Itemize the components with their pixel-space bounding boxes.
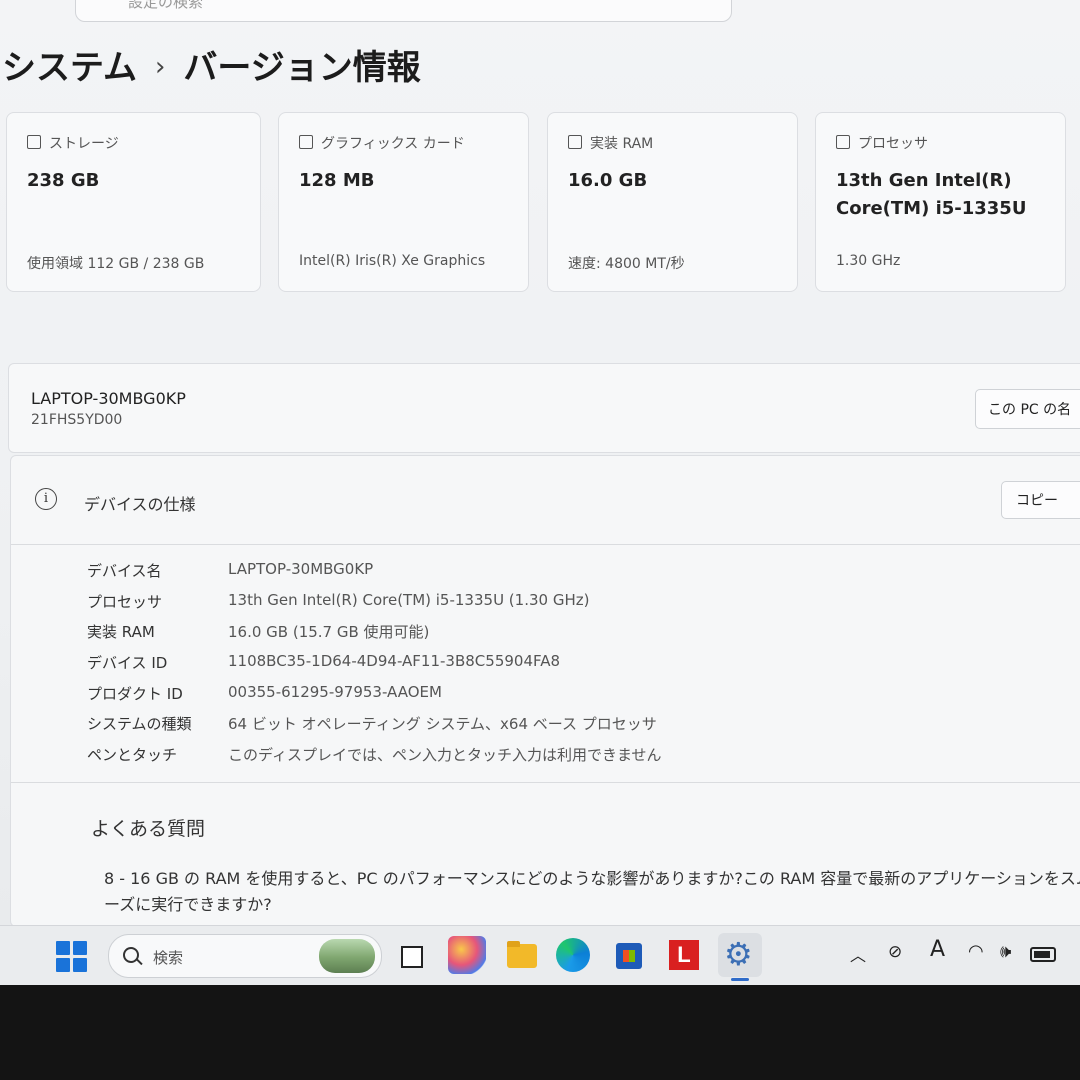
- search-icon: [123, 947, 139, 963]
- card-graphics[interactable]: グラフィックス カード 128 MB Intel(R) Iris(R) Xe G…: [278, 112, 529, 292]
- spec-key: デバイス ID: [87, 654, 168, 673]
- settings-window: 設定の検索 システム › バージョン情報 ストレージ 238 GB 使用領域 112…: [0, 0, 1080, 985]
- screen-bezel: [0, 985, 1080, 1080]
- rename-pc-button[interactable]: この PC の名: [975, 389, 1080, 429]
- taskbar-search-label: 検索: [153, 949, 184, 967]
- spec-key: プロセッサ: [87, 592, 163, 611]
- card-value: 238 GB: [27, 170, 100, 191]
- spec-value: 16.0 GB (15.7 GB 使用可能): [228, 623, 430, 642]
- chevron-up-icon[interactable]: ︿: [850, 942, 866, 966]
- settings-search-placeholder: 設定の検索: [128, 0, 204, 11]
- spec-key: プロダクト ID: [87, 684, 183, 703]
- faq-title: よくある質問: [91, 818, 206, 840]
- card-value: 128 MB: [299, 170, 375, 191]
- taskbar: 検索 ︿ ⊘ A ◠ 🕪: [0, 925, 1080, 985]
- copy-button[interactable]: コピー: [1001, 481, 1080, 519]
- wifi-icon[interactable]: ◠: [968, 941, 984, 962]
- device-spec-panel: i デバイスの仕様 コピー デバイス名 LAPTOP-30MBG0KP プロセッサ…: [10, 455, 1080, 927]
- search-highlight-image: [319, 939, 375, 973]
- card-processor[interactable]: プロセッサ 13th Gen Intel(R) Core(TM) i5-1335U…: [815, 112, 1066, 292]
- card-caption: プロセッサ: [836, 133, 928, 153]
- ram-icon: [568, 135, 582, 149]
- spec-key: ペンとタッチ: [87, 746, 178, 765]
- spec-key: 実装 RAM: [87, 623, 155, 642]
- edge-icon[interactable]: [556, 938, 590, 972]
- file-explorer-icon[interactable]: [502, 936, 540, 974]
- divider: [11, 782, 1080, 783]
- card-subtext: 速度: 4800 MT/秒: [568, 256, 685, 272]
- spec-value: このディスプレイでは、ペン入力とタッチ入力は利用できません: [228, 746, 662, 765]
- graphics-card-icon: [299, 135, 313, 149]
- task-view-icon[interactable]: [393, 936, 431, 974]
- card-caption: 実装 RAM: [568, 133, 653, 153]
- card-subtext: Intel(R) Iris(R) Xe Graphics: [299, 253, 486, 269]
- spec-key: デバイス名: [87, 562, 162, 580]
- page-title: システム › バージョン情報: [2, 40, 421, 89]
- card-value: 13th Gen Intel(R) Core(TM) i5-1335U: [836, 170, 1027, 219]
- card-ram[interactable]: 実装 RAM 16.0 GB 速度: 4800 MT/秒: [547, 112, 798, 292]
- spec-value: 13th Gen Intel(R) Core(TM) i5-1335U (1.3…: [228, 590, 590, 609]
- spec-value: LAPTOP-30MBG0KP: [228, 560, 374, 578]
- card-caption: ストレージ: [27, 133, 119, 153]
- card-subtext: 1.30 GHz: [836, 253, 901, 269]
- windows-start-icon[interactable]: [56, 941, 88, 973]
- spec-value: 1108BC35-1D64-4D94-AF11-3B8C55904FA8: [228, 652, 561, 671]
- settings-search-input[interactable]: 設定の検索: [75, 0, 732, 22]
- card-subtext: 使用領域 112 GB / 238 GB: [27, 256, 205, 272]
- device-name: LAPTOP-30MBG0KP: [31, 389, 186, 408]
- spec-value: 64 ビット オペレーティング システム、x64 ベース プロセッサ: [228, 715, 657, 734]
- taskbar-search[interactable]: 検索: [108, 934, 382, 978]
- spec-key: システムの種類: [87, 715, 192, 734]
- settings-icon[interactable]: [718, 933, 762, 981]
- device-name-bar: LAPTOP-30MBG0KP 21FHS5YD00 この PC の名: [8, 363, 1080, 453]
- device-spec-header[interactable]: i デバイスの仕様 コピー: [11, 456, 1080, 545]
- device-spec-title: デバイスの仕様: [84, 495, 196, 514]
- card-value: 16.0 GB: [568, 170, 648, 191]
- card-caption: グラフィックス カード: [299, 133, 465, 153]
- breadcrumb-separator-icon: ›: [154, 52, 166, 82]
- battery-icon[interactable]: [1030, 947, 1056, 962]
- volume-icon[interactable]: 🕪: [1000, 941, 1011, 962]
- spec-value: 00355-61295-97953-AAOEM: [228, 682, 442, 701]
- storage-icon: [27, 135, 41, 149]
- device-model: 21FHS5YD00: [31, 412, 123, 428]
- breadcrumb-parent[interactable]: システム: [2, 48, 137, 88]
- card-storage[interactable]: ストレージ 238 GB 使用領域 112 GB / 238 GB: [6, 112, 261, 292]
- ime-icon[interactable]: A: [930, 937, 945, 962]
- l-app-icon[interactable]: [665, 936, 703, 974]
- faq-question-link[interactable]: 8 - 16 GB の RAM を使用すると、PC のパフォーマンスにどのような…: [104, 866, 1080, 918]
- store-icon[interactable]: [610, 936, 648, 974]
- eye-off-icon[interactable]: ⊘: [888, 942, 902, 962]
- copilot-icon[interactable]: [448, 936, 486, 974]
- breadcrumb-current: バージョン情報: [183, 48, 421, 88]
- info-icon: i: [35, 488, 57, 510]
- processor-icon: [836, 135, 850, 149]
